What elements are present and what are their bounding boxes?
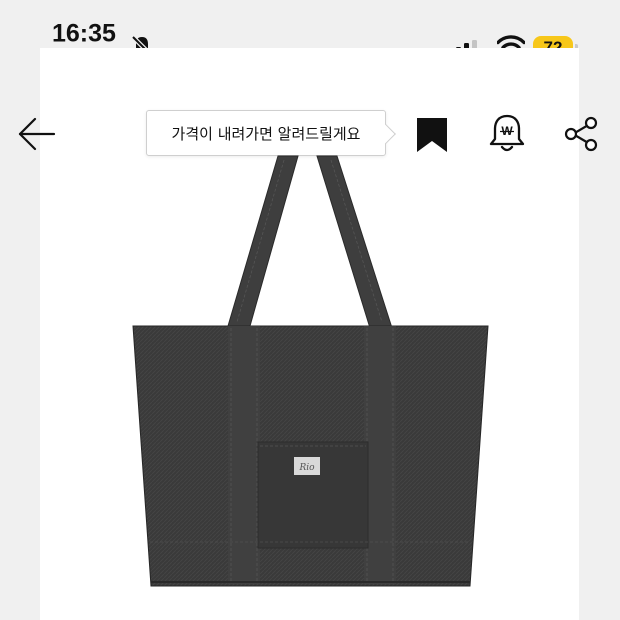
back-button[interactable]: [14, 114, 58, 154]
product-label-text: Rio: [298, 463, 315, 473]
status-bar: 16:35 72: [0, 0, 620, 60]
arrow-left-icon: [18, 117, 56, 151]
status-time: 16:35: [52, 19, 116, 48]
bookmark-icon: [417, 118, 447, 152]
bookmark-button[interactable]: [412, 115, 452, 155]
product-image[interactable]: Rio: [120, 150, 500, 590]
share-icon: [564, 116, 598, 152]
price-alert-tooltip-text: 가격이 내려가면 알려드릴게요: [171, 124, 361, 143]
price-alert-bell-icon: W: [489, 114, 525, 152]
tote-bag-image: Rio: [132, 155, 489, 587]
share-button[interactable]: [561, 114, 601, 154]
price-alert-button[interactable]: W: [486, 113, 528, 155]
